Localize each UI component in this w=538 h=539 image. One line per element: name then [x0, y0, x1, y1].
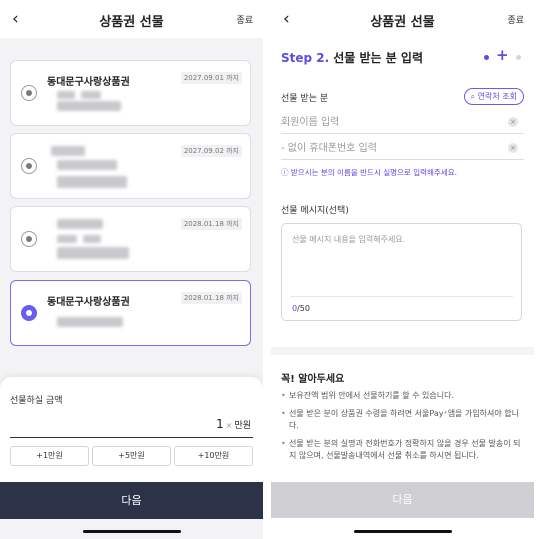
contact-lookup-button[interactable]: ⌕ 연락처 조회: [463, 88, 524, 105]
blurred-info: [57, 176, 127, 188]
blurred-info: [83, 235, 101, 243]
step-dot-pending: [516, 55, 521, 60]
search-icon: ⌕: [470, 92, 476, 101]
blurred-info: [81, 91, 101, 99]
blurred-info: [51, 146, 85, 156]
close-button[interactable]: 종료: [507, 13, 524, 26]
clear-icon[interactable]: ×: [226, 421, 233, 430]
next-button[interactable]: 다음: [0, 482, 263, 519]
home-indicator: [354, 530, 452, 533]
voucher-card[interactable]: 2027.09.02 까지: [10, 133, 251, 199]
blurred-info: [57, 91, 75, 99]
phone-field[interactable]: ×: [281, 136, 524, 160]
amount-sheet: 선물하실 금액 1 × 만원 +1만원 +5만원 +10만원: [0, 377, 263, 483]
radio-button[interactable]: [21, 85, 37, 101]
amount-unit: 만원: [234, 421, 251, 431]
plus-icon: +: [496, 46, 509, 64]
notice-title: 꼭! 알아두세요: [281, 374, 345, 385]
contact-lookup-label: 연락처 조회: [477, 92, 517, 101]
step-indicator: +: [484, 48, 524, 63]
name-input[interactable]: [281, 111, 481, 134]
voucher-card-selected[interactable]: 동대문구사랑상품권 2028.01.18 까지: [10, 280, 251, 346]
char-counter: 0/50: [292, 304, 310, 313]
name-notice: ⓘ 받으시는 분의 이름을 반드시 실명으로 입력해주세요.: [281, 167, 457, 178]
amount-label: 선물하실 금액: [10, 396, 63, 406]
name-field[interactable]: ×: [281, 110, 524, 134]
page-title: 상품권 선물: [99, 15, 164, 30]
message-input[interactable]: [292, 234, 512, 289]
radio-button-selected[interactable]: [21, 305, 37, 321]
blurred-info: [57, 101, 121, 111]
add-10000-button[interactable]: +1만원: [10, 446, 89, 466]
expiry-badge: 2028.01.18 까지: [180, 292, 242, 304]
list-item: 선물 받은 분이 상품권 수령을 하려면 서울Pay⁺앱을 가입하셔야 합니다.: [281, 408, 522, 432]
next-button-disabled[interactable]: 다음: [271, 482, 534, 518]
blurred-info: [57, 247, 129, 259]
voucher-card[interactable]: 2028.01.18 까지: [10, 206, 251, 272]
expiry-badge: 2028.01.18 까지: [180, 218, 242, 230]
home-indicator: [83, 530, 181, 533]
list-item: 선물 받는 분의 실명과 전화번호가 정확하지 않을 경우 선물 발송이 되지 …: [281, 438, 522, 462]
blurred-info: [57, 317, 123, 327]
step-heading: Step 2. 선물 받는 분 입력: [281, 49, 423, 66]
voucher-card[interactable]: 동대문구사랑상품권 2027.09.01 까지: [10, 60, 251, 126]
expiry-badge: 2027.09.01 까지: [180, 72, 242, 84]
step-title: 선물 받는 분 입력: [333, 51, 424, 65]
page-title: 상품권 선물: [370, 15, 435, 30]
voucher-name: 동대문구사랑상품권: [47, 297, 130, 308]
add-100000-button[interactable]: +10만원: [174, 446, 253, 466]
message-label: 선물 메시지(선택): [281, 206, 349, 216]
notice-list: 보유잔액 범위 안에서 선물하기를 할 수 있습니다. 선물 받은 분이 상품권…: [281, 390, 522, 468]
step-dot-done: [484, 55, 489, 60]
recipient-input-screen: ‹ 상품권 선물 종료 Step 2. 선물 받는 분 입력 + 선물 받는 분 …: [271, 0, 534, 539]
info-icon: ⓘ: [281, 168, 289, 177]
blurred-info: [57, 160, 117, 170]
step-number: Step 2.: [281, 51, 330, 65]
section-divider: [271, 347, 534, 355]
clear-icon[interactable]: ×: [508, 143, 518, 153]
add-50000-button[interactable]: +5만원: [92, 446, 171, 466]
blurred-info: [57, 219, 103, 229]
voucher-name: 동대문구사랑상품권: [47, 77, 130, 88]
clear-icon[interactable]: ×: [508, 117, 518, 127]
amount-value: 1: [216, 417, 224, 431]
expiry-badge: 2027.09.02 까지: [180, 145, 242, 157]
gift-select-screen: ‹ 상품권 선물 종료 동대문구사랑상품권 2027.09.01 까지 2027…: [0, 0, 263, 539]
recipient-label: 선물 받는 분: [281, 94, 329, 104]
list-item: 보유잔액 범위 안에서 선물하기를 할 수 있습니다.: [281, 390, 522, 402]
amount-field[interactable]: 1 × 만원: [216, 417, 251, 431]
radio-button[interactable]: [21, 158, 37, 174]
char-count-max: /50: [297, 304, 310, 313]
phone-input[interactable]: [281, 137, 481, 160]
close-button[interactable]: 종료: [236, 13, 253, 26]
top-bar: ‹ 상품권 선물 종료: [271, 0, 534, 38]
message-divider: [290, 296, 513, 297]
radio-button[interactable]: [21, 231, 37, 247]
message-box[interactable]: 0/50: [281, 223, 522, 321]
notice-text: 받으시는 분의 이름을 반드시 실명으로 입력해주세요.: [290, 168, 457, 177]
top-bar: ‹ 상품권 선물 종료: [0, 0, 263, 38]
amount-underline: [10, 437, 253, 438]
blurred-info: [57, 235, 77, 243]
